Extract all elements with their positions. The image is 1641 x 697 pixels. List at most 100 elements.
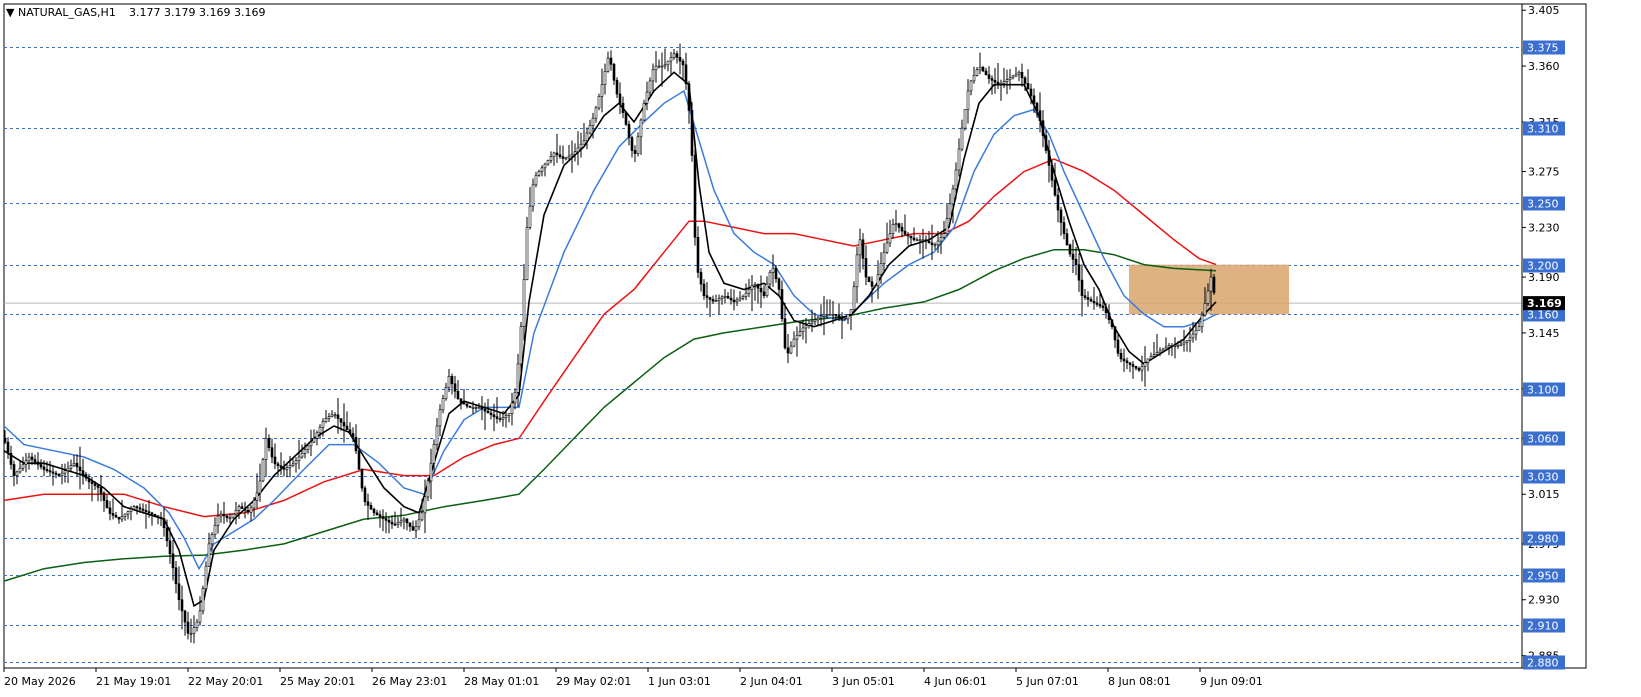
candle-body [1071,253,1075,260]
candle-body [975,69,979,76]
candle-body [951,188,955,205]
candle-body [858,239,862,256]
level-label: 3.250 [1527,198,1559,211]
candle-body [177,583,181,601]
candle-body [942,233,946,238]
x-tick-label: 5 Jun 07:01 [1016,675,1079,688]
candle-body [792,338,796,347]
candle-body [669,57,673,62]
candle-body [1098,304,1102,307]
x-tick-label: 22 May 20:01 [188,675,263,688]
level-label: 3.100 [1527,384,1559,397]
candle-body [963,109,967,129]
candle-body [876,274,880,287]
candle-body [153,513,157,517]
candle-body [1101,305,1105,308]
candle-body [1131,364,1135,367]
level-label: 3.030 [1527,471,1559,484]
candle-body [324,418,328,422]
chart-area[interactable]: 3.4053.3603.3153.2753.2303.1903.1453.100… [0,0,1641,693]
collapse-triangle-icon[interactable]: ▼ [6,6,15,19]
y-tick-label: 2.930 [1528,594,1560,607]
candle-body [411,526,415,531]
candle-body [81,470,85,475]
candle-body [525,227,529,280]
candle-body [678,57,682,62]
candle-body [399,520,403,524]
candle-body [372,508,376,514]
candle-body [144,510,148,512]
candle-body [276,463,280,466]
candle-body [1143,362,1147,367]
candle-body [819,315,823,319]
x-tick-label: 3 Jun 05:01 [832,675,895,688]
candle-body [1092,300,1096,304]
candle-body [558,154,562,157]
candle-body [141,508,145,511]
candle-body [1173,345,1177,347]
candle-body [267,438,271,449]
candle-body [228,517,232,520]
candle-body [357,450,361,470]
candle-body [930,242,934,246]
candle-body [762,291,766,296]
candle-body [477,407,481,409]
candle-body [720,296,724,300]
candle-body [633,150,637,154]
candle-body [1203,303,1207,316]
candle-body [294,460,298,465]
candle-body [108,507,112,514]
candle-body [423,496,427,514]
candle-body [426,480,430,498]
candle-body [1212,276,1216,293]
candle-body [198,610,202,623]
y-tick-label: 3.015 [1528,488,1560,501]
candle-body [690,110,694,156]
candle-body [879,263,883,275]
candle-body [507,413,511,416]
candle-body [711,299,715,302]
candle-body [555,152,559,156]
candle-body [171,553,175,569]
candle-body [429,462,433,482]
candle-body [813,319,817,323]
candle-body [1017,71,1021,75]
candle-body [741,295,745,299]
candle-body [87,477,91,483]
symbol-label: NATURAL_GAS,H1 [18,6,116,19]
candle-body [225,515,229,519]
y-tick-label: 3.145 [1528,327,1560,340]
price-chart[interactable]: 3.4053.3603.3153.2753.2303.1903.1453.100… [0,0,1641,693]
candle-body [1020,71,1024,79]
supply-zone-box[interactable] [1129,264,1289,315]
candle-body [573,151,577,155]
candle-body [72,462,76,466]
candle-body [363,487,367,502]
candle-body [645,91,649,104]
level-label: 3.310 [1527,123,1559,136]
candle-body [603,71,607,85]
candle-body [1029,88,1033,97]
chart-background [0,0,1641,693]
candle-body [789,345,793,354]
candle-body [345,425,349,431]
candle-body [825,313,829,316]
level-label: 2.980 [1527,533,1559,546]
candle-body [273,456,277,465]
candle-body [288,465,292,468]
candle-body [261,459,265,482]
candle-body [972,75,976,82]
candle-body [969,80,973,92]
candle-body [36,461,40,465]
candle-body [1185,340,1189,343]
candle-body [54,472,58,475]
candle-body [492,414,496,417]
candle-body [435,425,439,445]
candle-body [630,137,634,151]
candle-body [840,317,844,320]
candle-body [180,599,184,612]
candle-body [1149,356,1153,360]
candle-body [1080,279,1084,296]
candle-body [471,407,475,409]
candle-body [438,409,442,427]
